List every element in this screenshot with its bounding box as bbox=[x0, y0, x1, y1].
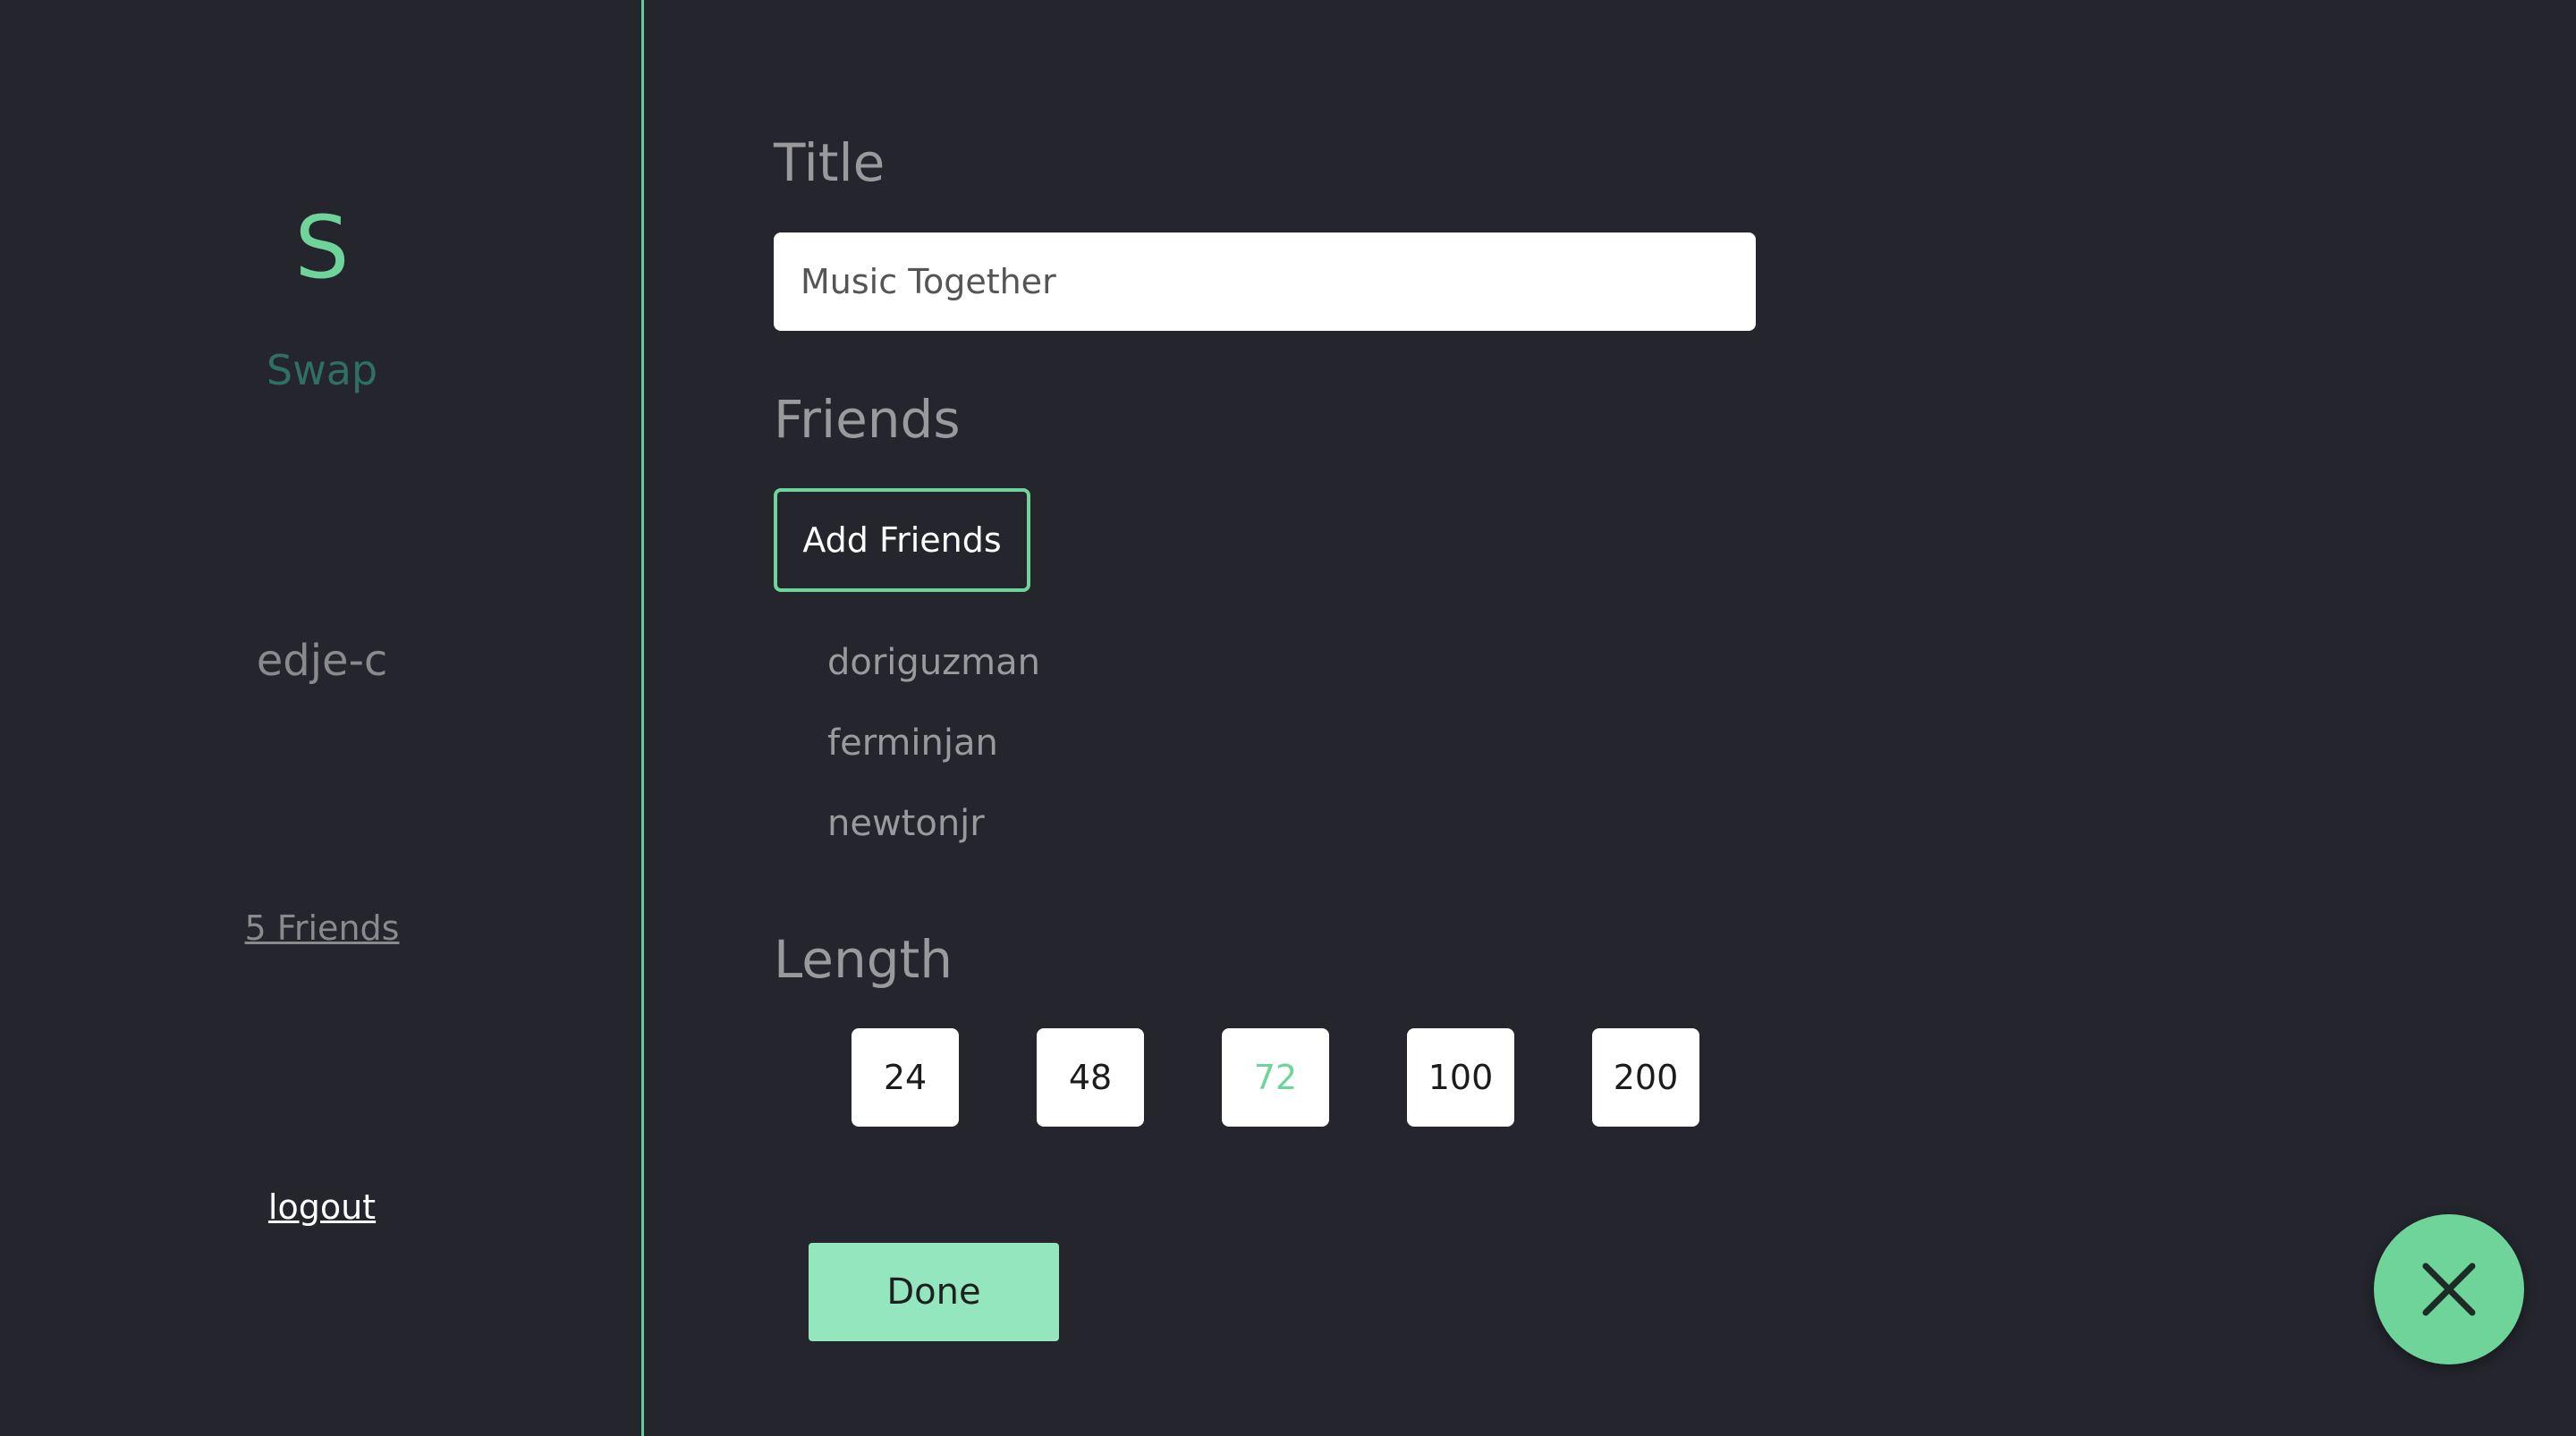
length-option[interactable]: 24 bbox=[852, 1028, 959, 1127]
sidebar: S Swap edje-c 5 Friends logout bbox=[0, 0, 644, 1436]
close-icon bbox=[2422, 1263, 2476, 1316]
friends-heading: Friends bbox=[774, 389, 961, 450]
add-friends-button[interactable]: Add Friends bbox=[774, 488, 1030, 592]
brand-name: Swap bbox=[266, 346, 378, 394]
length-option[interactable]: 72 bbox=[1222, 1028, 1329, 1127]
username: edje-c bbox=[256, 636, 388, 686]
friends-count-link[interactable]: 5 Friends bbox=[0, 903, 644, 953]
friend-item: newtonjr bbox=[827, 803, 985, 844]
length-heading: Length bbox=[774, 929, 953, 990]
friend-item: ferminjan bbox=[827, 722, 998, 764]
length-option[interactable]: 48 bbox=[1037, 1028, 1144, 1127]
title-heading: Title bbox=[774, 132, 886, 193]
app-root: S Swap edje-c 5 Friends logout Title Fri… bbox=[0, 0, 2576, 1436]
friend-list: doriguzman ferminjan newtonjr bbox=[827, 622, 1040, 864]
main-form: Title Friends Add Friends doriguzman fer… bbox=[774, 0, 2473, 1436]
length-option[interactable]: 100 bbox=[1407, 1028, 1514, 1127]
logo-letter: S bbox=[294, 198, 350, 298]
title-input[interactable] bbox=[774, 232, 1756, 331]
logout-link[interactable]: logout bbox=[0, 1182, 644, 1232]
close-fab-button[interactable] bbox=[2374, 1214, 2524, 1364]
friend-item: doriguzman bbox=[827, 642, 1040, 683]
done-button[interactable]: Done bbox=[809, 1243, 1059, 1341]
length-option[interactable]: 200 bbox=[1592, 1028, 1699, 1127]
